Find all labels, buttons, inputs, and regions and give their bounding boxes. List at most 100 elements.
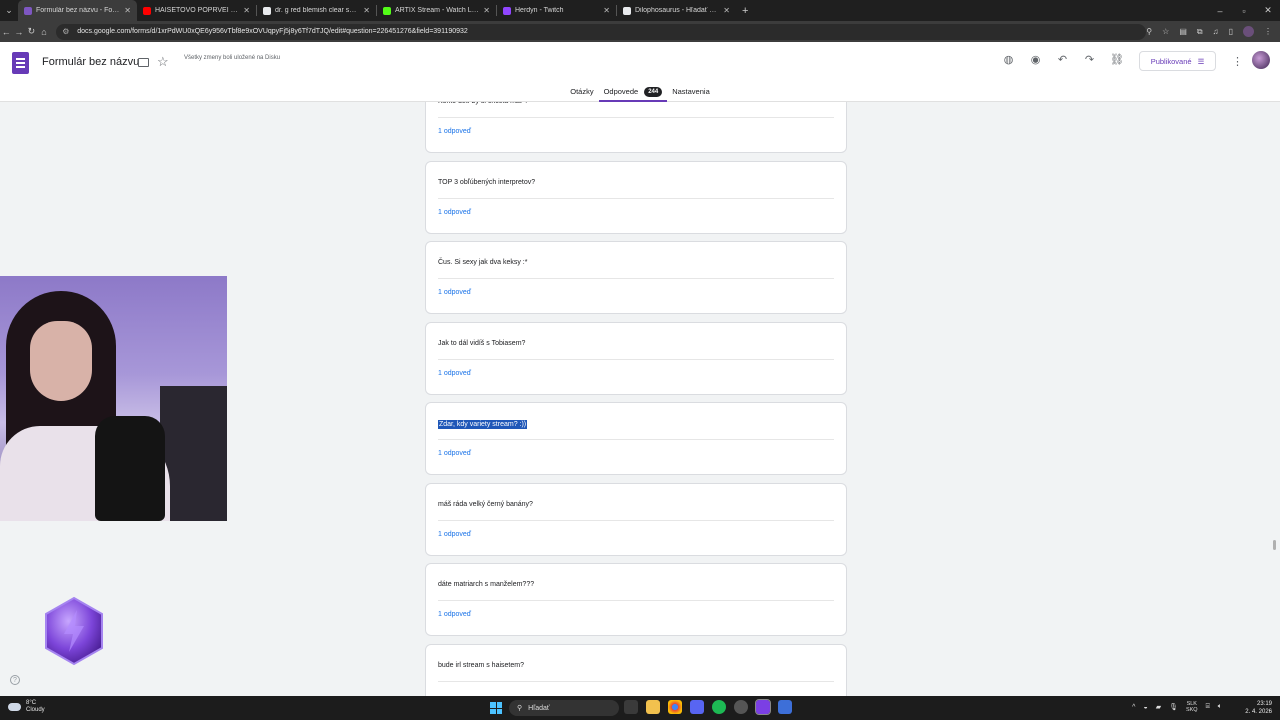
tab-settings-label: Nastavenia: [672, 87, 710, 96]
new-tab-button[interactable]: +: [742, 5, 748, 17]
windows-start-icon[interactable]: [490, 702, 502, 714]
response-count-link[interactable]: 1 odpoveď: [438, 209, 471, 216]
question-card[interactable]: Zdar, kdy variety stream? :)) 1 odpoveď: [425, 402, 847, 475]
published-label: Publikované: [1150, 56, 1192, 66]
browser-tab[interactable]: dr. g red blemish clear soothin ✕: [257, 0, 376, 21]
response-count-link[interactable]: 1 odpoveď: [438, 531, 471, 538]
taskbar-clock[interactable]: 23:19 2. 4. 2026: [1245, 700, 1272, 716]
profile-avatar[interactable]: [1243, 26, 1254, 37]
window-controls: – ▫ ✕: [1208, 0, 1280, 21]
tune-icon: ☰: [1197, 56, 1205, 66]
question-text: Koľko detí by si chcela mať ?: [438, 102, 528, 105]
star-icon[interactable]: ☆: [157, 54, 169, 70]
card-divider: [438, 600, 834, 601]
site-info-icon[interactable]: ⚙: [62, 27, 71, 36]
discord-icon[interactable]: [690, 700, 704, 714]
google-forms-logo[interactable]: [12, 52, 29, 74]
question-card[interactable]: Čus. Si sexy jak dva keksy :* 1 odpoveď: [425, 241, 847, 314]
scrollbar-thumb[interactable]: [1273, 540, 1276, 550]
published-button[interactable]: Publikované ☰: [1139, 51, 1216, 71]
tab-settings[interactable]: Nastavenia: [667, 82, 715, 102]
response-count-link[interactable]: 1 odpoveď: [438, 370, 471, 377]
tab-favicon-icon: [503, 6, 511, 15]
clock-date: 2. 4. 2026: [1245, 709, 1272, 715]
zoom-icon[interactable]: ⚲: [1146, 27, 1152, 36]
browser-tab[interactable]: ARTIX Stream - Watch Live on ✕: [377, 0, 496, 21]
browser-tab[interactable]: Dilophosaurus - Hľadať Googl ✕: [617, 0, 736, 21]
close-tab-icon[interactable]: ✕: [124, 6, 131, 15]
question-card[interactable]: máš ráda velký černý banány? 1 odpoveď: [425, 482, 847, 556]
tab-title: Formulár bez názvu - Formulá: [36, 7, 121, 14]
maximize-icon[interactable]: ▫: [1232, 6, 1256, 16]
response-count-link[interactable]: 1 odpoveď: [438, 128, 471, 135]
question-card[interactable]: dáte matriarch s manželem??? 1 odpoveď: [425, 563, 847, 636]
tray-folder-icon[interactable]: ▰: [1156, 703, 1161, 711]
question-card[interactable]: Jak to dál vidíš s Tobiasem? 1 odpoveď: [425, 321, 847, 395]
volume-icon[interactable]: 🔈︎: [1218, 703, 1222, 711]
editor-app-icon[interactable]: [778, 700, 792, 714]
extension-icon[interactable]: ▤: [1179, 27, 1187, 36]
response-count-link[interactable]: 1 odpoveď: [438, 289, 471, 296]
help-icon[interactable]: ?: [10, 675, 20, 685]
tray-app-icon[interactable]: ◒: [1143, 704, 1147, 711]
back-icon[interactable]: ←: [0, 27, 13, 37]
response-count-link[interactable]: 1 odpoveď: [438, 611, 471, 618]
weather-widget[interactable]: 8°C Cloudy: [8, 700, 45, 714]
forward-icon[interactable]: →: [13, 27, 26, 37]
card-divider: [438, 278, 834, 279]
network-icon[interactable]: ⌸: [1206, 703, 1210, 711]
tab-responses[interactable]: Odpovede 244: [598, 82, 668, 102]
question-text: Jak to dál vidíš s Tobiasem?: [438, 339, 526, 347]
language-indicator[interactable]: SLK SKQ: [1186, 701, 1198, 713]
tab-search-icon[interactable]: ⌄: [0, 0, 18, 21]
tab-favicon-icon: [263, 6, 271, 15]
close-window-icon[interactable]: ✕: [1256, 5, 1280, 16]
browser-tab[interactable]: Formulár bez názvu - Formulá✕: [18, 0, 137, 21]
split-icon[interactable]: ▯: [1229, 27, 1233, 36]
preview-eye-icon[interactable]: ◉: [1029, 53, 1042, 66]
question-card[interactable]: bude irl stream s haisetem?: [425, 643, 847, 696]
media-icon[interactable]: ♫: [1213, 27, 1219, 36]
tab-responses-label: Odpovede: [603, 87, 639, 96]
palette-icon[interactable]: ◍: [1002, 53, 1015, 66]
address-bar[interactable]: ⚙ docs.google.com/forms/d/1xrPdWU0xQE6y9…: [56, 23, 1147, 40]
form-title[interactable]: Formulár bez názvu: [42, 56, 139, 68]
reload-icon[interactable]: ↻: [25, 26, 38, 37]
user-avatar[interactable]: [1252, 51, 1270, 69]
taskbar-search-placeholder: Hľadať: [528, 704, 550, 712]
more-options-icon[interactable]: ⋮: [1232, 55, 1243, 68]
browser-menu-icon[interactable]: ⋮: [1264, 27, 1272, 36]
stream-app-icon[interactable]: [755, 699, 771, 715]
file-explorer-icon[interactable]: [646, 700, 660, 714]
browser-tab[interactable]: Herdyn - Twitch ✕: [497, 0, 616, 21]
minimize-icon[interactable]: –: [1208, 6, 1232, 16]
tab-questions[interactable]: Otázky: [565, 82, 598, 102]
redo-icon[interactable]: ↷: [1083, 53, 1096, 66]
browser-tab[interactable]: HAISETOVO POPRVEÍ on to fai ✕: [137, 0, 256, 21]
chrome-icon[interactable]: [668, 700, 682, 714]
weather-temp: 8°C: [26, 700, 37, 706]
tab-favicon-icon: [383, 6, 391, 15]
undo-icon[interactable]: ↶: [1056, 53, 1069, 66]
mic-icon[interactable]: 🎙︎: [1169, 703, 1178, 711]
tray-chevron-icon[interactable]: ^: [1132, 704, 1135, 711]
spotify-icon[interactable]: [712, 700, 726, 714]
task-view-icon[interactable]: [624, 700, 638, 714]
question-card[interactable]: TOP 3 obľúbených interpretov? 1 odpoveď: [425, 160, 847, 234]
question-card[interactable]: Koľko detí by si chcela mať ? 1 odpoveď: [425, 102, 847, 153]
taskbar-search[interactable]: ⚲ Hľadať: [509, 700, 619, 716]
close-tab-icon[interactable]: ✕: [483, 6, 490, 15]
folder-icon[interactable]: [138, 58, 149, 67]
tab-title: Herdyn - Twitch: [515, 7, 564, 14]
close-tab-icon[interactable]: ✕: [723, 6, 730, 15]
bookmark-star-icon[interactable]: ☆: [1162, 27, 1169, 36]
close-tab-icon[interactable]: ✕: [243, 6, 250, 15]
close-tab-icon[interactable]: ✕: [603, 6, 610, 15]
link-icon[interactable]: ⛓: [1110, 53, 1124, 66]
response-count-link[interactable]: 1 odpoveď: [438, 450, 471, 457]
tab-questions-label: Otázky: [570, 87, 594, 96]
home-icon[interactable]: ⌂: [38, 27, 51, 37]
close-tab-icon[interactable]: ✕: [363, 6, 370, 15]
extensions-puzzle-icon[interactable]: ⧉: [1197, 27, 1203, 37]
obs-icon[interactable]: [734, 700, 748, 714]
